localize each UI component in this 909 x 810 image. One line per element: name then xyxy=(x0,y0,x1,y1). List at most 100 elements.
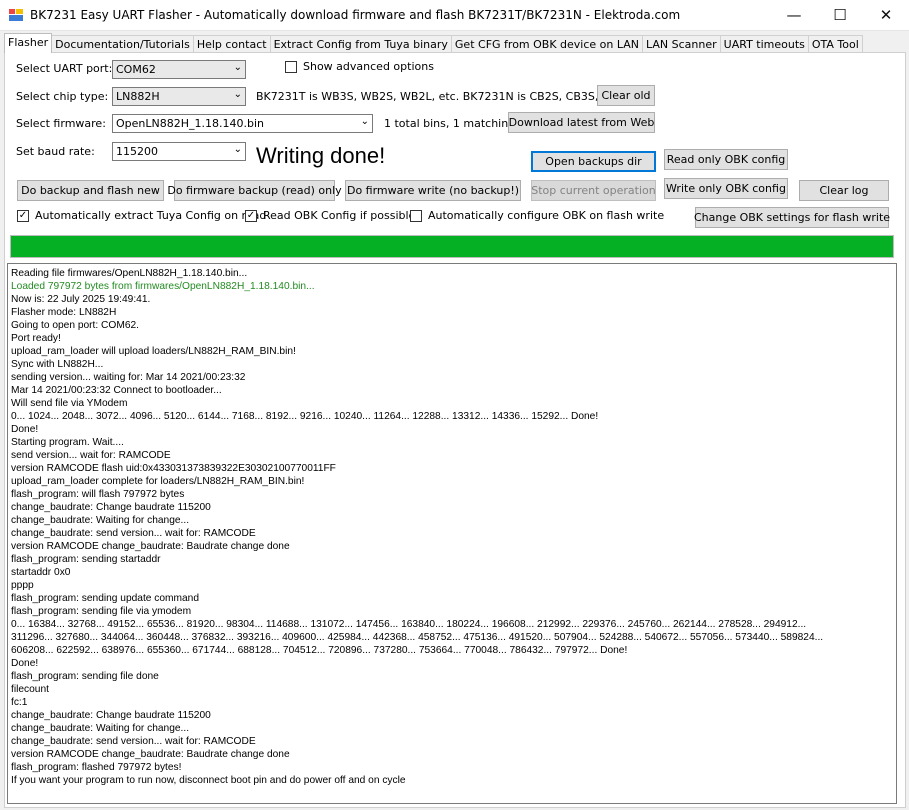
chevron-down-icon: ⌄ xyxy=(233,89,242,100)
checkmark-icon: ✓ xyxy=(246,210,256,221)
log-line: 311296... 327680... 344064... 360448... … xyxy=(11,632,824,643)
minimize-icon: — xyxy=(786,6,802,24)
firmware-value: OpenLN882H_1.18.140.bin xyxy=(116,117,264,130)
log-line: Will send file via YModem xyxy=(11,398,128,409)
read-obk-label: Read OBK Config if possible xyxy=(263,209,416,222)
log-line: flash_program: sending update command xyxy=(11,593,200,604)
tab-help-contact[interactable]: Help contact xyxy=(192,35,271,53)
tab-get-cfg[interactable]: Get CFG from OBK device on LAN xyxy=(450,35,644,53)
baud-rate-value: 115200 xyxy=(116,145,158,158)
checkmark-icon: ✓ xyxy=(18,210,28,221)
log-line: change_baudrate: send version... wait fo… xyxy=(11,736,256,747)
maximize-icon: ☐ xyxy=(833,6,847,24)
chevron-down-icon: ⌄ xyxy=(233,62,242,73)
log-line: version RAMCODE change_baudrate: Baudrat… xyxy=(11,749,290,760)
window-title: BK7231 Easy UART Flasher - Automatically… xyxy=(30,8,681,22)
auto-configure-checkbox[interactable] xyxy=(410,210,422,222)
baud-rate-label: Set baud rate: xyxy=(16,145,95,158)
log-line: version RAMCODE change_baudrate: Baudrat… xyxy=(11,541,290,552)
uart-port-value: COM62 xyxy=(116,63,156,76)
chevron-down-icon: ⌄ xyxy=(360,116,369,127)
log-line: Loaded 797972 bytes from firmwares/OpenL… xyxy=(11,281,315,292)
chip-hint: BK7231T is WB3S, WB2S, WB2L, etc. BK7231… xyxy=(256,90,620,103)
show-advanced-label: Show advanced options xyxy=(303,60,434,73)
auto-extract-label: Automatically extract Tuya Config on rea… xyxy=(35,209,267,222)
chevron-down-icon: ⌄ xyxy=(233,144,242,155)
progress-fill xyxy=(11,236,893,257)
tab-documentation[interactable]: Documentation/Tutorials xyxy=(51,35,194,53)
show-advanced-checkbox[interactable] xyxy=(285,61,297,73)
log-line: flash_program: flashed 797972 bytes! xyxy=(11,762,182,773)
log-line: Flasher mode: LN882H xyxy=(11,307,117,318)
log-line: Port ready! xyxy=(11,333,61,344)
log-line: Mar 14 2021/00:23:32 Connect to bootload… xyxy=(11,385,222,396)
log-line: fc:1 xyxy=(11,697,28,708)
chip-type-value: LN882H xyxy=(116,90,160,103)
chip-type-label: Select chip type: xyxy=(16,90,109,103)
download-latest-button[interactable]: Download latest from Web xyxy=(508,112,655,133)
firmware-label: Select firmware: xyxy=(16,117,106,130)
chip-type-select[interactable]: LN882H ⌄ xyxy=(112,87,246,106)
close-icon: ✕ xyxy=(879,6,893,24)
baud-rate-select[interactable]: 115200 ⌄ xyxy=(112,142,246,161)
firmware-backup-button[interactable]: Do firmware backup (read) only xyxy=(167,180,342,201)
uart-port-label: Select UART port: xyxy=(16,62,113,75)
stop-operation-button[interactable]: Stop current operation xyxy=(531,180,656,201)
minimize-button[interactable]: — xyxy=(771,0,817,30)
log-line: change_baudrate: send version... wait fo… xyxy=(11,528,256,539)
log-line: 606208... 622592... 638976... 655360... … xyxy=(11,645,628,656)
tab-flasher[interactable]: Flasher xyxy=(4,33,53,53)
clear-old-button[interactable]: Clear old xyxy=(597,85,655,106)
log-line: change_baudrate: Waiting for change... xyxy=(11,515,190,526)
read-only-obk-button[interactable]: Read only OBK config xyxy=(664,149,788,170)
log-line: 0... 16384... 32768... 49152... 65536...… xyxy=(11,619,807,630)
auto-extract-checkbox[interactable]: ✓ xyxy=(17,210,29,222)
close-button[interactable]: ✕ xyxy=(863,0,909,30)
auto-configure-label: Automatically configure OBK on flash wri… xyxy=(428,209,665,222)
log-line: If you want your program to run now, dis… xyxy=(11,775,406,786)
firmware-count: 1 total bins, 1 matching. xyxy=(384,117,519,130)
log-line: Going to open port: COM62. xyxy=(11,320,139,331)
log-line: startaddr 0x0 xyxy=(11,567,71,578)
log-line: flash_program: sending startaddr xyxy=(11,554,161,565)
maximize-button[interactable]: ☐ xyxy=(817,0,863,30)
log-line: Starting program. Wait.... xyxy=(11,437,124,448)
clear-log-button[interactable]: Clear log xyxy=(799,180,889,201)
log-line: Done! xyxy=(11,658,39,669)
status-text: Writing done! xyxy=(256,143,386,168)
log-line: sending version... waiting for: Mar 14 2… xyxy=(11,372,246,383)
firmware-write-button[interactable]: Do firmware write (no backup!) xyxy=(345,180,521,201)
log-line: flash_program: sending file via ymodem xyxy=(11,606,192,617)
log-line: flash_program: will flash 797972 bytes xyxy=(11,489,185,500)
tab-lan-scanner[interactable]: LAN Scanner xyxy=(642,35,721,53)
log-line: send version... wait for: RAMCODE xyxy=(11,450,171,461)
tab-strip: Flasher Documentation/Tutorials Help con… xyxy=(4,33,863,53)
tab-extract-config[interactable]: Extract Config from Tuya binary xyxy=(269,35,452,53)
log-line: change_baudrate: Change baudrate 115200 xyxy=(11,502,211,513)
change-obk-settings-button[interactable]: Change OBK settings for flash write xyxy=(694,207,890,228)
uart-port-select[interactable]: COM62 ⌄ xyxy=(112,60,246,79)
log-line: Reading file firmwares/OpenLN882H_1.18.1… xyxy=(11,268,248,279)
title-bar: BK7231 Easy UART Flasher - Automatically… xyxy=(0,0,909,31)
progress-bar xyxy=(10,235,894,258)
log-line: upload_ram_loader complete for loaders/L… xyxy=(11,476,305,487)
log-output[interactable]: Reading file firmwares/OpenLN882H_1.18.1… xyxy=(7,263,897,804)
log-line: filecount xyxy=(11,684,49,695)
firmware-select[interactable]: OpenLN882H_1.18.140.bin ⌄ xyxy=(112,114,373,133)
log-line: upload_ram_loader will upload loaders/LN… xyxy=(11,346,296,357)
open-backups-button[interactable]: Open backups dir xyxy=(531,151,656,172)
log-line: version RAMCODE flash uid:0x433031373839… xyxy=(11,463,336,474)
read-obk-checkbox[interactable]: ✓ xyxy=(245,210,257,222)
app-icon xyxy=(9,9,23,21)
tab-uart-timeouts[interactable]: UART timeouts xyxy=(719,35,809,53)
write-only-obk-button[interactable]: Write only OBK config xyxy=(664,178,788,199)
log-line: change_baudrate: Waiting for change... xyxy=(11,723,190,734)
tab-ota-tool[interactable]: OTA Tool xyxy=(807,35,863,53)
log-line: Now is: 22 July 2025 19:49:41. xyxy=(11,294,151,305)
log-line: Sync with LN882H... xyxy=(11,359,104,370)
log-line: change_baudrate: Change baudrate 115200 xyxy=(11,710,211,721)
log-line: pppp xyxy=(11,580,34,591)
log-line: 0... 1024... 2048... 3072... 4096... 512… xyxy=(11,411,599,422)
log-line: Done! xyxy=(11,424,39,435)
backup-and-flash-button[interactable]: Do backup and flash new xyxy=(17,180,164,201)
